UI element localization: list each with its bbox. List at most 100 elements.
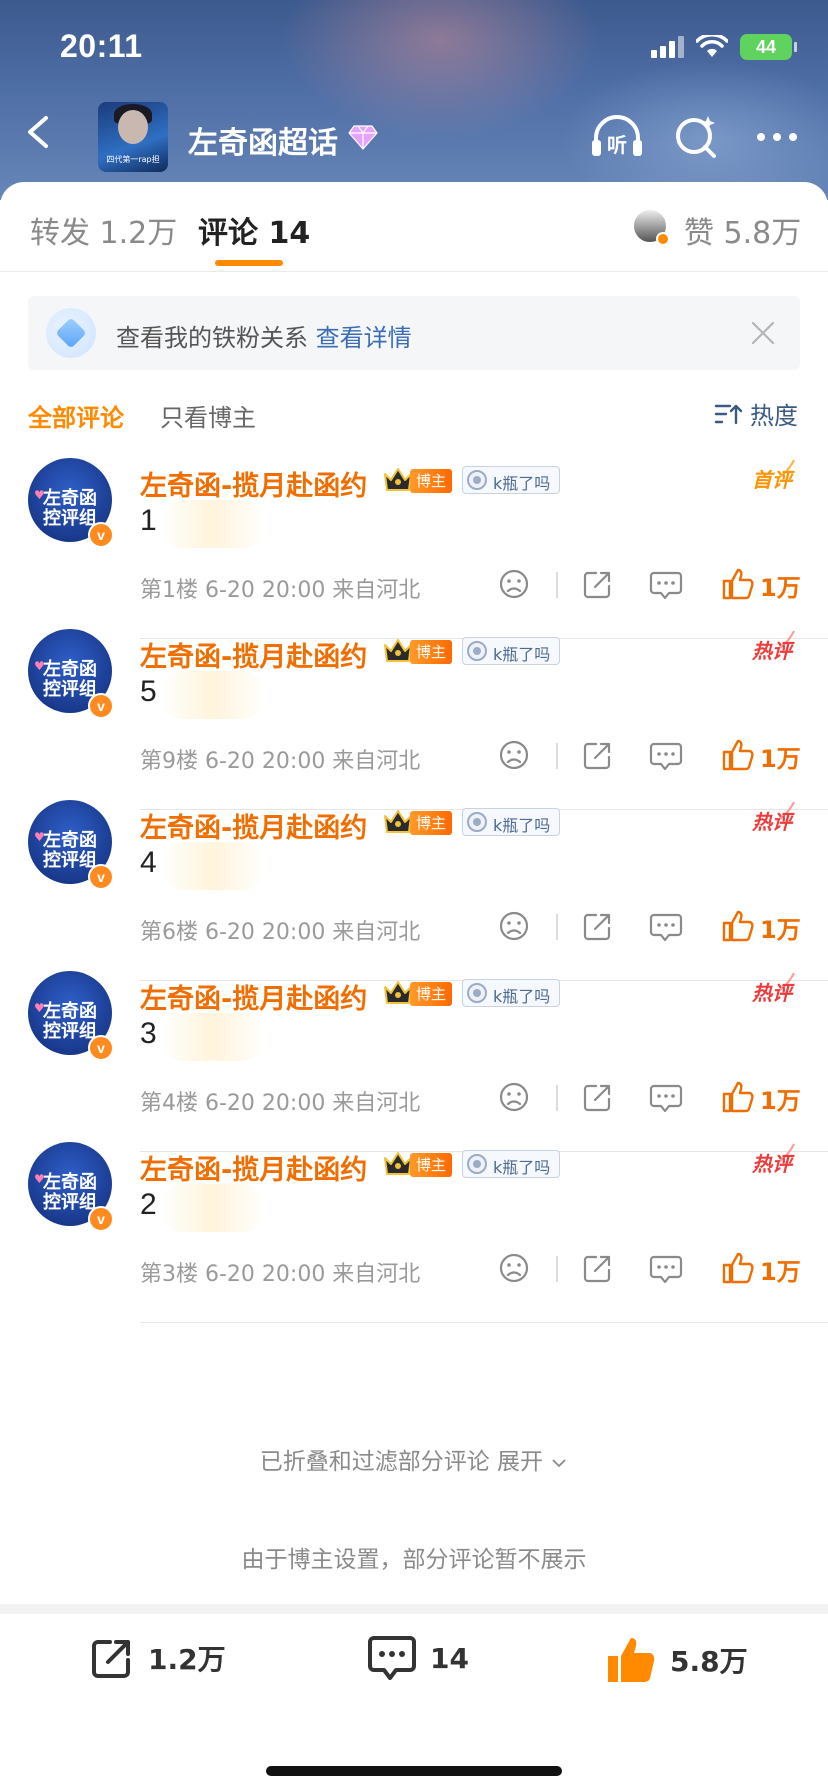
tab-reposts[interactable]: 转发 1.2万 (30, 208, 177, 252)
fan-banner-link[interactable]: 查看详情 (316, 324, 412, 352)
comment-item[interactable]: ♥ 左奇函 控评组 v 左奇函-揽月赴函约 博主 k瓶了吗 热评 3 第4楼 6… (0, 957, 828, 1152)
battery-indicator: 44 (740, 34, 797, 60)
bottom-action-bar: 1.2万 14 5.8万 (0, 1612, 828, 1732)
share-icon[interactable] (580, 737, 616, 773)
text-highlight-glow (160, 671, 266, 719)
fan-club-badge[interactable]: k瓶了吗 (462, 808, 560, 836)
reply-bubble-icon[interactable] (648, 1250, 684, 1286)
fan-club-badge-label: k瓶了吗 (493, 645, 551, 664)
text-highlight-glow (160, 842, 266, 890)
commenter-name[interactable]: 左奇函-揽月赴函约 (140, 977, 367, 1016)
tab-likes[interactable]: 赞 5.8万 (684, 208, 801, 252)
commenter-name[interactable]: 左奇函-揽月赴函约 (140, 1148, 367, 1187)
diamond-badge-icon (46, 308, 96, 358)
comment-count: 14 (430, 1641, 469, 1675)
fan-club-icon (467, 470, 487, 490)
search-icon[interactable] (670, 112, 724, 162)
fan-club-badge-label: k瓶了吗 (493, 1158, 551, 1177)
commenter-name[interactable]: 左奇函-揽月赴函约 (140, 464, 367, 503)
comment-text: 5 (140, 675, 157, 708)
share-icon[interactable] (580, 566, 616, 602)
folded-text: 已折叠和过滤部分评论 (259, 1449, 490, 1475)
verified-badge-icon: v (88, 522, 114, 548)
dislike-face-icon[interactable] (496, 566, 532, 602)
thumbs-up-icon[interactable] (720, 566, 756, 602)
comment-item[interactable]: ♥ 左奇函 控评组 v 左奇函-揽月赴函约 博主 k瓶了吗 热评 2 第3楼 6… (0, 1128, 828, 1323)
comment-like-count: 1万 (760, 916, 801, 944)
like-button[interactable]: 5.8万 (604, 1634, 748, 1686)
text-highlight-glow (160, 1184, 266, 1232)
share-icon[interactable] (580, 908, 616, 944)
thumbs-up-icon[interactable] (720, 1250, 756, 1286)
topic-title[interactable]: 左奇函超话 (188, 118, 338, 162)
status-time: 20:11 (60, 28, 143, 64)
liker-avatar[interactable] (632, 208, 670, 246)
commenter-name[interactable]: 左奇函-揽月赴函约 (140, 635, 367, 674)
folded-comments-notice[interactable]: 已折叠和过滤部分评论 展开 (0, 1442, 828, 1476)
verified-badge-icon: v (88, 1035, 114, 1061)
blogger-badge: 博主 (410, 811, 453, 835)
thumbs-up-icon[interactable] (720, 737, 756, 773)
tab-comments[interactable]: 评论 14 (198, 208, 310, 252)
comment-actions: 1万 (496, 564, 806, 608)
fan-club-badge[interactable]: k瓶了吗 (462, 979, 560, 1007)
thumbs-up-icon[interactable] (720, 908, 756, 944)
dislike-face-icon[interactable] (496, 1250, 532, 1286)
filter-all-comments[interactable]: 全部评论 (28, 398, 124, 433)
fan-club-badge[interactable]: k瓶了吗 (462, 1150, 560, 1178)
fan-club-icon (467, 1154, 487, 1174)
reply-bubble-icon[interactable] (648, 737, 684, 773)
reply-bubble-icon[interactable] (648, 1079, 684, 1115)
topic-avatar[interactable]: 四代第一rap担 (98, 102, 168, 172)
filter-blogger-only[interactable]: 只看博主 (160, 398, 256, 433)
comment-meta: 第4楼 6-20 20:00 来自河北 (140, 1091, 421, 1116)
sort-icon (714, 404, 742, 424)
verified-dot-icon (656, 232, 670, 246)
dislike-face-icon[interactable] (496, 1079, 532, 1115)
comment-meta: 第1楼 6-20 20:00 来自河北 (140, 578, 421, 603)
share-icon[interactable] (580, 1079, 616, 1115)
commenter-name[interactable]: 左奇函-揽月赴函约 (140, 806, 367, 845)
fan-relation-banner[interactable]: 查看我的铁粉关系 查看详情 (28, 296, 800, 370)
close-icon[interactable] (748, 318, 778, 348)
reply-bubble-icon[interactable] (648, 566, 684, 602)
comment-text: 1 (140, 504, 157, 537)
fan-club-badge-label: k瓶了吗 (493, 987, 551, 1006)
fan-club-badge[interactable]: k瓶了吗 (462, 466, 560, 494)
comment-like-count: 1万 (760, 745, 801, 773)
comment-like-count: 1万 (760, 1258, 801, 1286)
expand-link[interactable]: 展开 (497, 1449, 543, 1475)
action-separator (556, 743, 558, 769)
sort-button[interactable]: 热度 (714, 396, 798, 431)
active-tab-indicator (215, 260, 283, 266)
fan-club-icon (467, 812, 487, 832)
thumbs-up-icon[interactable] (720, 1079, 756, 1115)
comment-button[interactable]: 14 (366, 1634, 469, 1682)
action-separator (556, 914, 558, 940)
blogger-badge: 博主 (410, 640, 453, 664)
comment-divider (140, 1322, 828, 1323)
more-options-icon[interactable] (750, 112, 804, 162)
comment-bubble-icon (368, 1636, 416, 1680)
back-arrow-icon[interactable] (18, 110, 62, 154)
verified-badge-icon: v (88, 1206, 114, 1232)
dislike-face-icon[interactable] (496, 908, 532, 944)
reply-bubble-icon[interactable] (648, 908, 684, 944)
comment-meta: 第6楼 6-20 20:00 来自河北 (140, 920, 421, 945)
fan-club-badge[interactable]: k瓶了吗 (462, 637, 560, 665)
comment-item[interactable]: ♥ 左奇函 控评组 v 左奇函-揽月赴函约 博主 k瓶了吗 热评 4 第6楼 6… (0, 786, 828, 981)
blogger-badge: 博主 (410, 469, 453, 493)
comment-text: 2 (140, 1188, 157, 1221)
comment-meta: 第3楼 6-20 20:00 来自河北 (140, 1262, 421, 1287)
repost-button[interactable]: 1.2万 (88, 1634, 226, 1682)
share-icon (92, 1640, 130, 1678)
dislike-face-icon[interactable] (496, 737, 532, 773)
listen-headphone-icon[interactable]: 听 (590, 112, 644, 162)
comment-item[interactable]: ♥ 左奇函 控评组 v 左奇函-揽月赴函约 博主 k瓶了吗 首评 1 第1楼 6… (0, 444, 828, 639)
share-icon[interactable] (580, 1250, 616, 1286)
comment-actions: 1万 (496, 906, 806, 950)
comment-text: 4 (140, 846, 157, 879)
comment-like-count: 1万 (760, 1087, 801, 1115)
blogger-setting-notice: 由于博主设置，部分评论暂不展示 (241, 1547, 587, 1573)
comment-item[interactable]: ♥ 左奇函 控评组 v 左奇函-揽月赴函约 博主 k瓶了吗 热评 5 第9楼 6… (0, 615, 828, 810)
